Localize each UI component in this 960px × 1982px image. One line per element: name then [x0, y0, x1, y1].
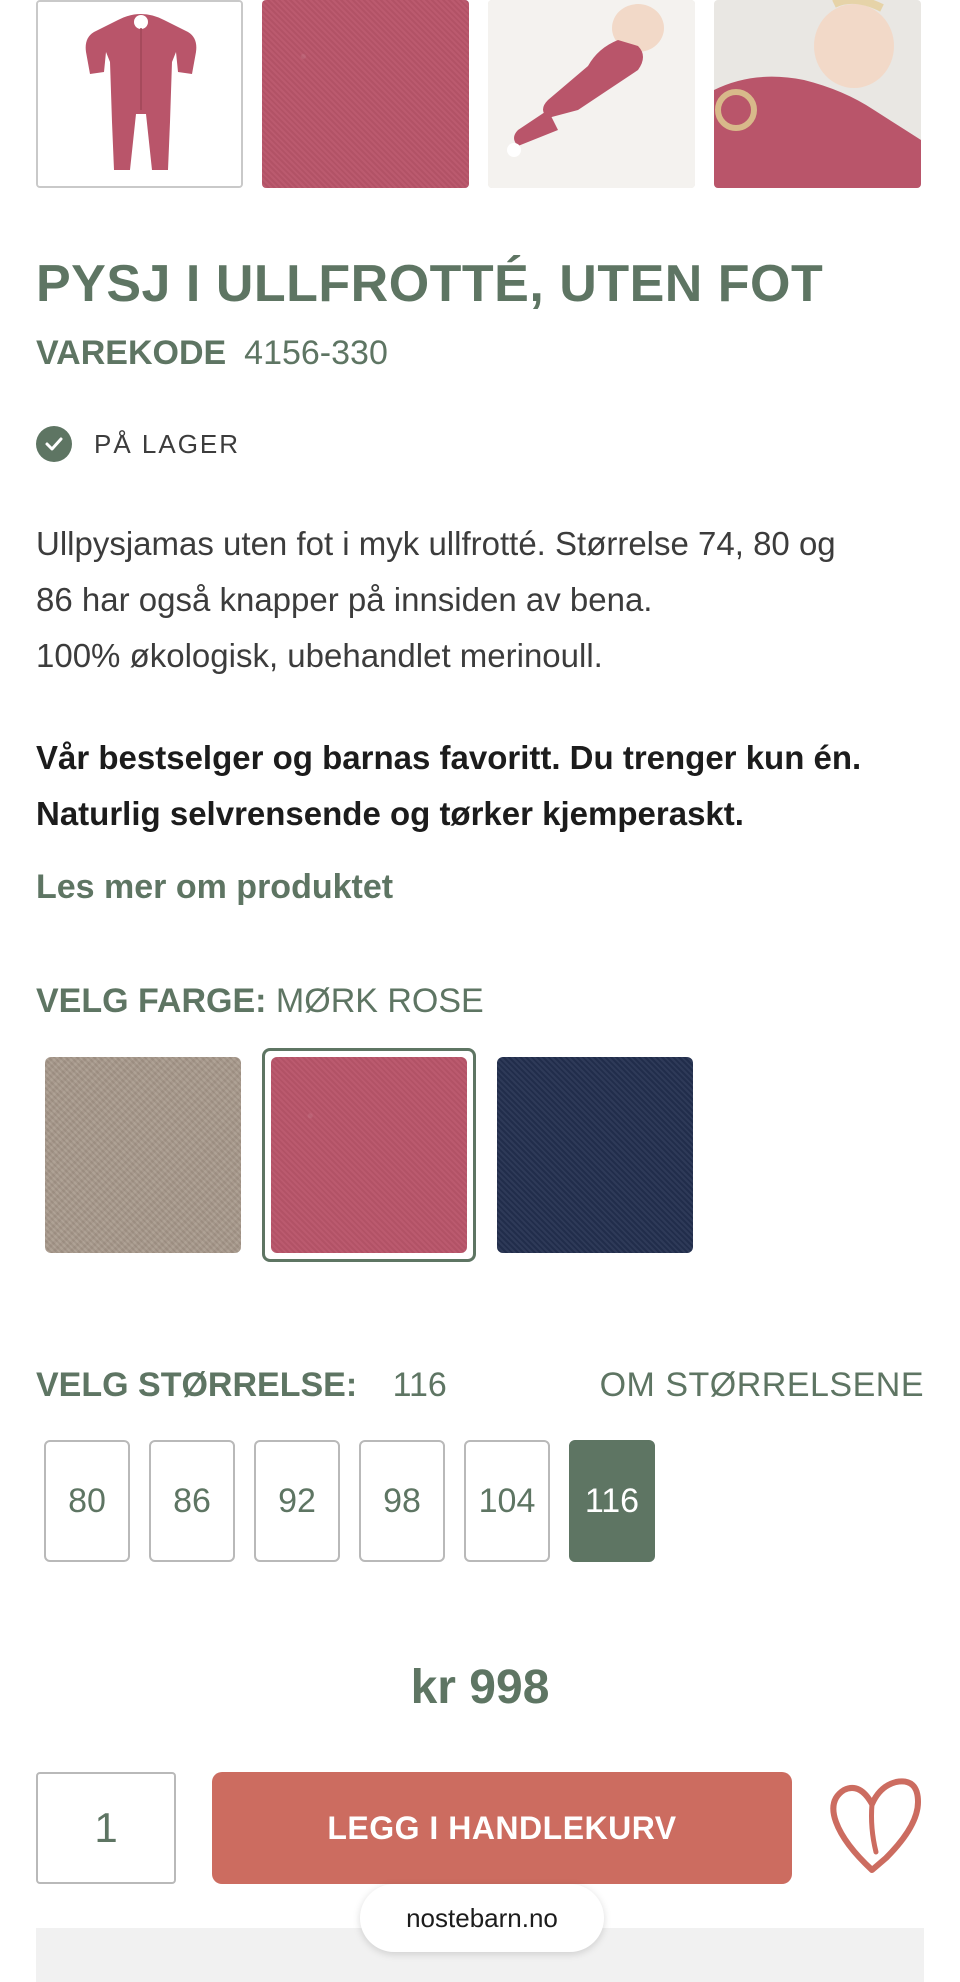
description-line: 86 har også knapper på innsiden av bena. — [36, 581, 653, 618]
color-swatch-mork-rose[interactable] — [262, 1048, 476, 1262]
color-swatch-navy[interactable] — [488, 1048, 702, 1262]
product-thumb-3[interactable] — [488, 0, 695, 188]
product-code-value: 4156-330 — [244, 334, 388, 372]
size-label: VELG STØRRELSE: — [36, 1366, 358, 1404]
color-label: VELG FARGE: — [36, 982, 267, 1020]
check-icon — [36, 426, 72, 462]
size-options: 80 86 92 98 104 116 — [44, 1440, 655, 1562]
product-code-label: VAREKODE — [36, 334, 227, 372]
size-guide-link[interactable]: OM STØRRELSENE — [600, 1366, 924, 1405]
highlight-line: Vår bestselger og barnas favoritt. Du tr… — [36, 739, 862, 776]
product-price: kr 998 — [410, 1661, 550, 1714]
product-highlight: Vår bestselger og barnas favoritt. Du tr… — [36, 730, 936, 842]
stock-status: PÅ LAGER — [36, 426, 240, 462]
highlight-line: Naturlig selvrensende og tørker kjempera… — [36, 795, 744, 832]
color-selector-label: VELG FARGE: MØRK ROSE — [36, 982, 484, 1021]
read-more-link[interactable]: Les mer om produktet — [36, 868, 393, 907]
description-line: 100% økologisk, ubehandlet merinoull. — [36, 637, 603, 674]
stock-label: PÅ LAGER — [94, 428, 241, 459]
add-to-cart-button[interactable]: LEGG I HANDLEKURV — [212, 1772, 792, 1884]
color-selected-value: MØRK ROSE — [275, 982, 484, 1020]
color-swatch-beige[interactable] — [36, 1048, 250, 1262]
product-thumb-1[interactable] — [36, 0, 243, 188]
baby-photo-image — [488, 0, 695, 188]
size-option-80[interactable]: 80 — [44, 1440, 130, 1562]
browser-url-pill[interactable]: nostebarn.no — [360, 1884, 604, 1952]
product-code-row: VAREKODE 4156-330 — [36, 334, 388, 373]
size-option-92[interactable]: 92 — [254, 1440, 340, 1562]
size-option-98[interactable]: 98 — [359, 1440, 445, 1562]
size-option-104[interactable]: 104 — [464, 1440, 550, 1562]
description-line: Ullpysjamas uten fot i myk ullfrotté. St… — [36, 525, 836, 562]
product-description: Ullpysjamas uten fot i myk ullfrotté. St… — [36, 516, 936, 684]
size-option-86[interactable]: 86 — [149, 1440, 235, 1562]
color-swatches — [36, 1048, 702, 1262]
romper-image — [38, 2, 241, 186]
product-thumb-2[interactable] — [262, 0, 469, 188]
product-gallery — [36, 0, 924, 188]
size-selected-value: 116 — [392, 1366, 447, 1404]
product-title: PYSJ I ULLFROTTÉ, UTEN FOT — [36, 255, 824, 313]
heart-icon[interactable] — [826, 1770, 926, 1880]
quantity-input[interactable]: 1 — [36, 1772, 176, 1884]
size-option-116[interactable]: 116 — [569, 1440, 655, 1562]
size-selector-label: VELG STØRRELSE: 116 OM STØRRELSENE — [36, 1366, 924, 1405]
baby-photo-image — [714, 0, 921, 188]
product-thumb-4[interactable] — [714, 0, 921, 188]
